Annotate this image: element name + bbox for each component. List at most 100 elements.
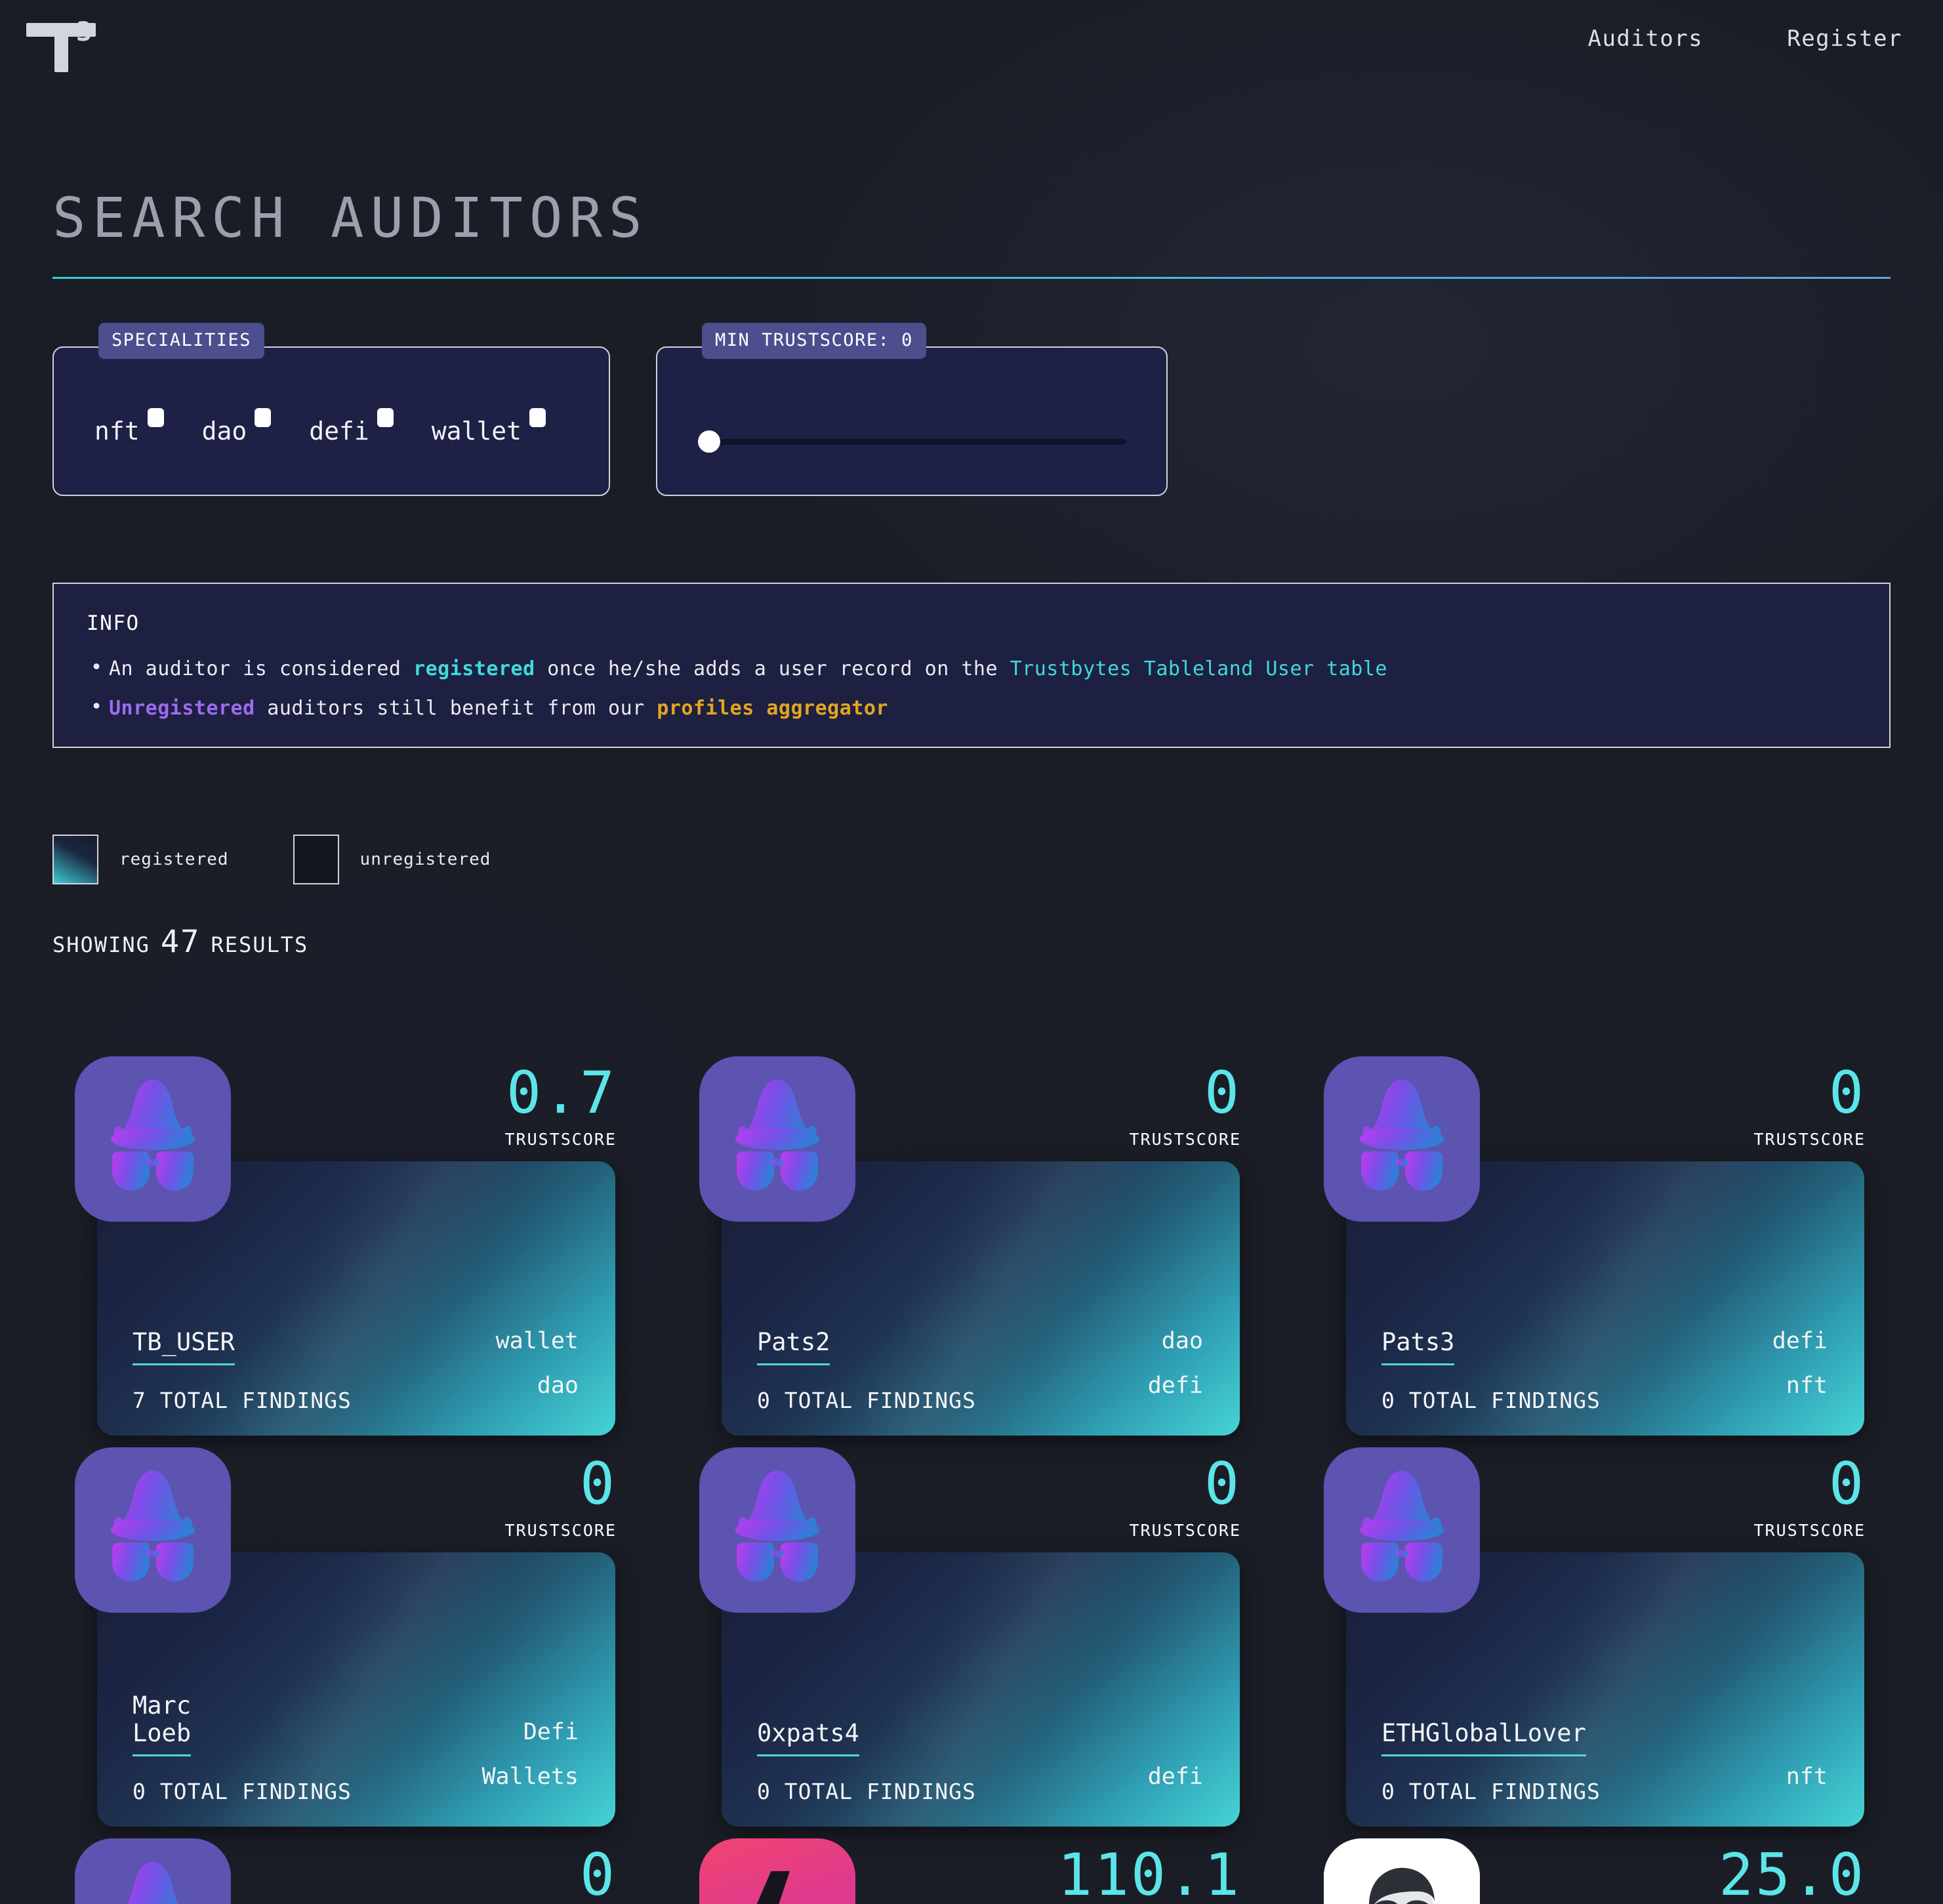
trustbytes-logo[interactable]: 3 xyxy=(18,7,96,72)
auditor-speciality-tag: dao xyxy=(1161,1327,1203,1354)
trustscore-fieldset: MIN TRUSTSCORE: 0 xyxy=(656,323,1168,496)
auditor-speciality-tag: defi xyxy=(1772,1327,1828,1354)
auditor-card-left-info: Pats2 0 TOTAL FINDINGS xyxy=(757,1329,1033,1413)
auditor-speciality-tags: dao defi xyxy=(1148,1319,1203,1409)
logo-t-stem xyxy=(54,35,68,72)
speciality-option-wallet[interactable]: wallet xyxy=(432,408,546,444)
nav-link-register[interactable]: Register xyxy=(1787,26,1902,52)
speciality-option-dao[interactable]: dao xyxy=(202,408,272,444)
auditor-card-left-info: Pats3 0 TOTAL FINDINGS xyxy=(1381,1329,1657,1413)
speciality-checkbox-nft[interactable] xyxy=(147,408,164,427)
speciality-label-defi: defi xyxy=(309,417,369,445)
speciality-checkbox-defi[interactable] xyxy=(377,408,394,427)
info-b2-highlight-unregistered: Unregistered xyxy=(109,697,255,720)
auditor-total-findings: 0 TOTAL FINDINGS xyxy=(1381,1779,1601,1804)
auditor-avatar[interactable] xyxy=(699,1056,855,1222)
auditor-speciality-tags: wallet dao xyxy=(496,1319,579,1409)
auditor-trustscore-value: 0 xyxy=(1204,1450,1241,1518)
auditor-trustscore-label: TRUSTSCORE xyxy=(504,1130,617,1149)
speciality-option-nft[interactable]: nft xyxy=(94,408,164,444)
auditor-name-link[interactable]: ETHGlobalLover xyxy=(1381,1720,1586,1756)
auditor-name-link[interactable]: Pats2 xyxy=(757,1329,830,1365)
info-bullet-unregistered: Unregistered auditors still benefit from… xyxy=(87,695,1856,720)
auditor-trustscore-label: TRUSTSCORE xyxy=(1129,1130,1241,1149)
results-number: 47 xyxy=(160,924,201,960)
auditor-trustscore-label: TRUSTSCORE xyxy=(1753,1521,1866,1540)
nav-link-auditors[interactable]: Auditors xyxy=(1587,26,1703,52)
auditor-card[interactable]: Pats2 0 TOTAL FINDINGS dao defi 0 TRUSTSCO… xyxy=(677,1056,1261,1436)
auditor-trustscore-block: 0 TRUSTSCORE xyxy=(1129,1450,1241,1541)
auditor-avatar[interactable] xyxy=(75,1838,231,1904)
info-b1-text2: once he/she adds a user record on the xyxy=(535,657,1010,680)
auditor-total-findings: 0 TOTAL FINDINGS xyxy=(757,1779,976,1804)
auditor-name-link[interactable]: Pats3 xyxy=(1381,1329,1455,1365)
speciality-checkbox-wallet[interactable] xyxy=(529,408,546,427)
auditor-avatar[interactable] xyxy=(75,1056,231,1222)
auditor-card-left-info: ETHGlobalLover 0 TOTAL FINDINGS xyxy=(1381,1720,1657,1804)
auditor-card-left-info: 0xpats4 0 TOTAL FINDINGS xyxy=(757,1720,1033,1804)
auditor-speciality-tags: defi xyxy=(1148,1754,1203,1799)
info-b2-link-profiles-aggregator[interactable]: profiles aggregator xyxy=(657,697,888,720)
auditor-trustscore-value: 25.0 xyxy=(1719,1841,1866,1904)
legend-label-registered: registered xyxy=(119,850,229,869)
results-suffix: RESULTS xyxy=(211,932,309,957)
auditor-avatar[interactable] xyxy=(1324,1056,1480,1222)
auditor-trustscore-label: TRUSTSCORE xyxy=(1753,1130,1866,1149)
auditor-card[interactable]: Marc Loeb 0 TOTAL FINDINGS Defi Wallets 0 T… xyxy=(52,1447,636,1827)
min-trustscore-slider[interactable] xyxy=(698,430,1126,453)
auditor-card[interactable]: 0 TRUSTSCORE xyxy=(52,1838,636,1904)
auditor-card[interactable]: 25.0 TRUSTSCORE xyxy=(1301,1838,1885,1904)
slider-track[interactable] xyxy=(712,438,1126,445)
auditor-trustscore-value: 110.1 xyxy=(1057,1841,1241,1904)
info-b1-link-tableland-table[interactable]: Trustbytes Tableland User table xyxy=(1010,657,1387,680)
auditor-trustscore-label: TRUSTSCORE xyxy=(1129,1521,1241,1540)
auditor-card[interactable]: TB_USER 7 TOTAL FINDINGS wallet dao 0.7 TR… xyxy=(52,1056,636,1436)
auditor-speciality-tag: defi xyxy=(1147,1763,1203,1790)
auditor-speciality-tag: defi xyxy=(1147,1372,1203,1399)
detective-hat-glasses-icon xyxy=(127,1861,178,1904)
info-panel-title: INFO xyxy=(87,611,140,635)
auditor-speciality-tag: Defi xyxy=(523,1718,579,1745)
registration-legend: registered unregistered xyxy=(52,835,491,884)
info-panel: INFO An auditor is considered registered… xyxy=(52,583,1891,748)
auditor-card[interactable]: 0xpats4 0 TOTAL FINDINGS defi 0 TRUSTSCOR… xyxy=(677,1447,1261,1827)
auditor-avatar[interactable] xyxy=(1324,1447,1480,1613)
auditor-trustscore-value: 0 xyxy=(580,1450,617,1518)
speciality-label-wallet: wallet xyxy=(431,417,522,445)
auditor-avatar[interactable] xyxy=(75,1447,231,1613)
auditor-card[interactable]: Pats3 0 TOTAL FINDINGS defi nft 0 TRUSTSCO… xyxy=(1301,1056,1885,1436)
auditor-trustscore-block: 0 TRUSTSCORE xyxy=(1753,1064,1866,1149)
user-photo-avatar xyxy=(1324,1843,1480,1904)
auditor-trustscore-value: 0.7 xyxy=(506,1059,617,1127)
auditor-trustscore-block: 0 TRUSTSCORE xyxy=(1753,1450,1866,1541)
auditor-trustscore-value: 0 xyxy=(1829,1059,1866,1127)
auditor-card[interactable]: ETHGlobalLover 0 TOTAL FINDINGS nft 0 TRU… xyxy=(1301,1447,1885,1827)
logo-superscript: 3 xyxy=(76,17,92,47)
slider-thumb[interactable] xyxy=(698,430,720,453)
auditor-card[interactable]: 110.1 TRUSTSCORE xyxy=(677,1838,1261,1904)
detective-hat-glasses-icon xyxy=(110,1470,195,1582)
specialities-options: nft dao defi wallet xyxy=(94,408,546,444)
auditor-trustscore-value: 0 xyxy=(1829,1450,1866,1518)
filter-controls: SPECIALITIES nft dao defi wallet MIN TRU… xyxy=(52,323,1168,496)
auditor-speciality-tag: Wallets xyxy=(481,1763,579,1790)
info-b1-text1: An auditor is considered xyxy=(109,657,414,680)
speciality-checkbox-dao[interactable] xyxy=(255,408,272,427)
specialities-fieldset: SPECIALITIES nft dao defi wallet xyxy=(52,323,610,496)
auditor-trustscore-label: TRUSTSCORE xyxy=(504,1521,617,1540)
speciality-label-dao: dao xyxy=(201,417,247,445)
auditor-name-link[interactable]: TB_USER xyxy=(133,1329,235,1365)
auditor-trustscore-block: 25.0 TRUSTSCORE xyxy=(1719,1846,1866,1904)
results-count: SHOWING 47 RESULTS xyxy=(52,924,308,960)
legend-label-unregistered: unregistered xyxy=(359,850,491,869)
auditor-avatar[interactable] xyxy=(699,1447,855,1613)
auditor-name-link[interactable]: 0xpats4 xyxy=(757,1720,859,1756)
auditor-avatar[interactable] xyxy=(1324,1838,1480,1904)
speciality-option-defi[interactable]: defi xyxy=(309,408,394,444)
specialities-legend: SPECIALITIES xyxy=(98,323,265,359)
top-navigation-bar: 3 Auditors Register xyxy=(0,0,1943,77)
auditor-name-link[interactable]: Marc Loeb xyxy=(133,1691,192,1756)
nav-links: Auditors Register xyxy=(1587,26,1902,52)
auditor-avatar[interactable] xyxy=(699,1838,855,1904)
auditor-card-left-info: TB_USER 7 TOTAL FINDINGS xyxy=(133,1329,408,1413)
